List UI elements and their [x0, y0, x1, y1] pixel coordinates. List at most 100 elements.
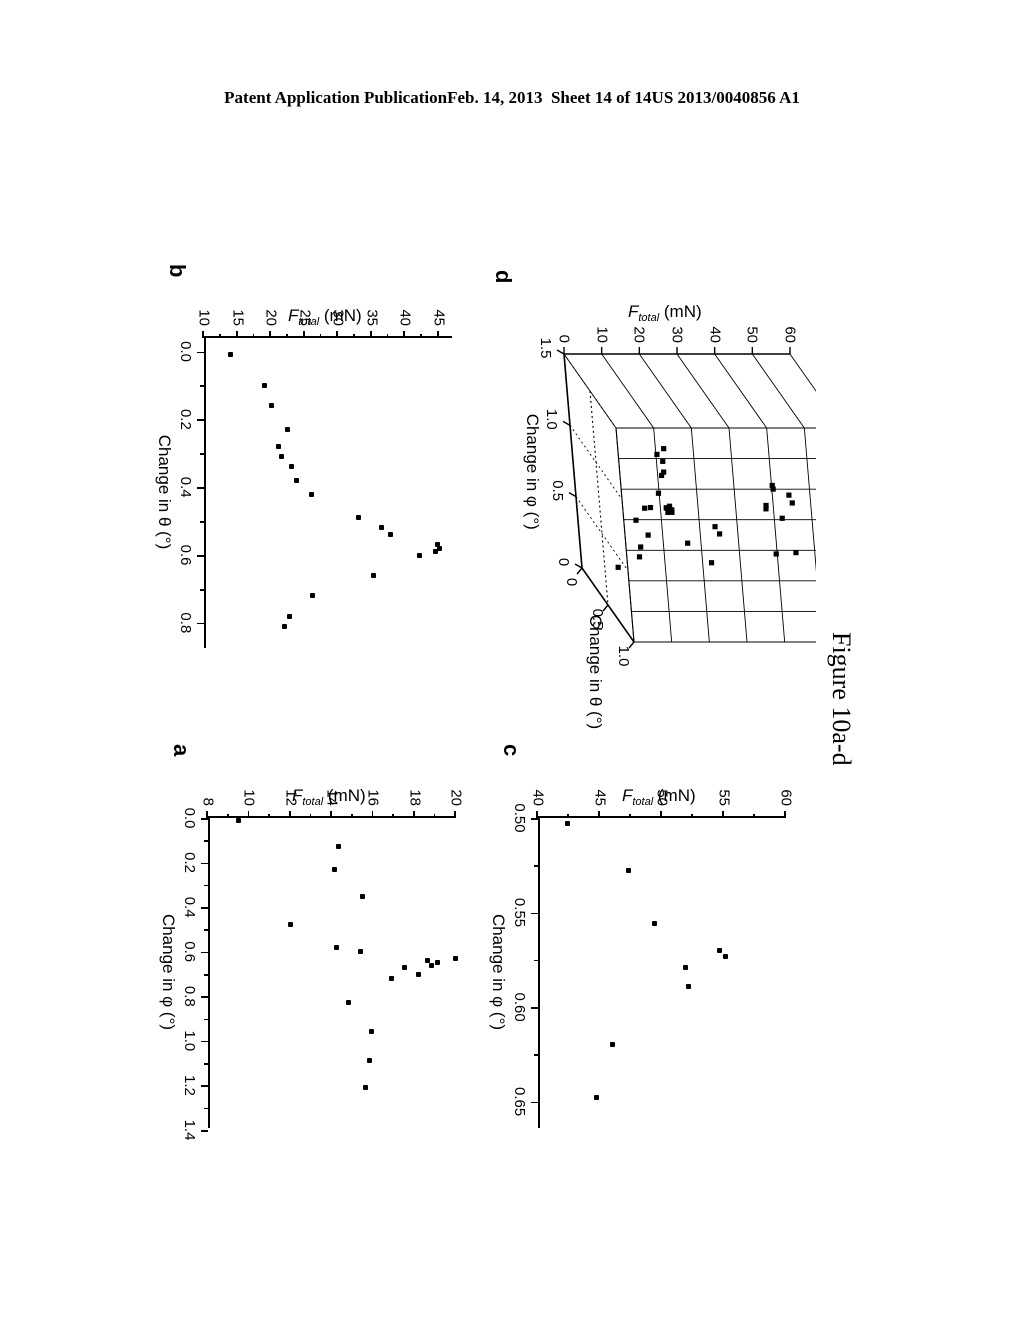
grid-side-horizontal	[601, 353, 655, 429]
grid-side-horizontal	[638, 353, 692, 429]
data-point-3d	[633, 517, 639, 523]
y-tick-a-3	[330, 811, 332, 818]
panel-c-plot-frame: 0.50 0.55 0.60 0.65 40 45 50 55 60	[511, 789, 795, 1128]
panel-d-phi-tick-label-3: 0	[555, 557, 572, 567]
y-minor-tick-b-2	[286, 334, 288, 338]
y-tick-label-b-0: 10	[195, 309, 213, 326]
panel-d-theta-tick-label-1: 0.5	[589, 608, 606, 630]
data-point-3d	[647, 504, 654, 511]
panel-d-z-unit: (mN)	[659, 301, 702, 321]
y-tick-b-1	[235, 331, 238, 338]
data-point	[261, 382, 267, 388]
x-minor-tick-a-0	[204, 840, 208, 842]
data-point	[275, 444, 281, 450]
data-point	[565, 821, 571, 827]
panel-d-letter: d	[491, 270, 516, 284]
panel-c-body: c 0.50 0.55 0.60 0.65 40 45 50 55 60 Change in φ…	[489, 742, 796, 1142]
data-point	[284, 427, 290, 433]
panel-c-letter: c	[499, 744, 524, 757]
x-tick-a-0	[201, 818, 208, 820]
header-sheet: Sheet 14 of 14	[550, 88, 652, 107]
x-tick-label-c-0: 0.50	[511, 803, 528, 833]
data-point-3d	[661, 469, 667, 475]
x-tick-label-b-0: 0.0	[177, 341, 194, 362]
x-minor-tick-b-1	[200, 453, 204, 455]
grid-back-horizontal	[803, 427, 816, 643]
panel-d-z-tick-label-6: 60	[781, 326, 799, 343]
data-point-3d	[716, 531, 723, 537]
panel-d-y-axis-label: Change in θ (°)	[585, 614, 605, 730]
data-point-3d	[763, 506, 769, 512]
grid-side-horizontal	[714, 353, 768, 429]
x-minor-tick-b-3	[200, 588, 204, 591]
x-tick-b-3	[197, 555, 204, 557]
panel-a-y-axis-label: Ftotal (mN)	[234, 786, 424, 808]
panel-d-z-tick-label-4: 40	[706, 326, 724, 343]
x-minor-tick-b-0	[200, 385, 204, 388]
y-minor-tick-a-2	[309, 814, 312, 818]
data-point	[281, 623, 287, 629]
data-point	[428, 962, 434, 968]
data-point	[685, 983, 691, 989]
y-tick-b-6	[403, 331, 406, 338]
figure-caption: Figure 10a-d	[827, 632, 856, 766]
data-point-3d	[660, 458, 666, 464]
x-tick-label-a-0: 0.0	[181, 807, 198, 829]
x-tick-label-b-4: 0.8	[177, 612, 194, 634]
data-point	[401, 964, 407, 970]
data-point	[389, 975, 395, 981]
panel-b-letter: b	[165, 264, 190, 278]
panel-b-body: b 0.0 0.2 0.4 0.6 0.8 10 15 20 25 30 35 40 45 Change…	[155, 262, 462, 662]
data-point	[268, 403, 274, 409]
x-minor-tick-a-4	[204, 1018, 208, 1021]
header-patent-number: US 2013/0040856 A1	[651, 88, 800, 107]
panel-d-z-tick-label-2: 20	[630, 326, 648, 343]
x-minor-tick-c-0	[534, 865, 538, 867]
y-tick-label-a-6: 20	[447, 789, 465, 806]
data-point-3d	[773, 551, 779, 557]
data-point	[294, 477, 299, 483]
grid-floor-theta	[589, 390, 609, 606]
data-point	[228, 352, 234, 358]
data-point	[346, 1000, 352, 1006]
panel-d-x-axis-label: Change in φ (°)	[522, 413, 542, 530]
x-tick-label-a-5: 1.0	[181, 1030, 198, 1052]
y-minor-tick-b-5	[386, 334, 389, 338]
data-point	[683, 964, 689, 970]
data-point	[371, 572, 377, 578]
panel-b-y-axis-label: Ftotal (mN)	[230, 306, 420, 328]
data-point	[360, 893, 366, 899]
data-point-3d	[654, 451, 660, 458]
x-minor-tick-a-5	[204, 1063, 208, 1065]
x-tick-label-a-2: 0.4	[181, 896, 198, 918]
panel-d-z-tick-label-1: 10	[593, 326, 611, 343]
y-tick-label-b-7: 45	[430, 309, 448, 326]
panel-b-y-subscript: total	[298, 316, 320, 329]
data-point-3d	[638, 544, 644, 550]
x-minor-tick-a-6	[204, 1107, 208, 1110]
panel-a-plot-area	[210, 817, 459, 1128]
data-point-3d	[636, 554, 643, 560]
grid-floor-phi	[575, 496, 629, 571]
panel-a-y-subscript: total	[302, 796, 324, 809]
data-point	[432, 549, 438, 555]
grid-back-horizontal	[728, 427, 748, 643]
x-tick-label-a-7: 1.4	[181, 1119, 198, 1141]
data-point	[437, 545, 443, 551]
y-tick-label-c-0: 40	[529, 789, 547, 806]
y-tick-label-c-4: 60	[777, 789, 795, 806]
panel-d-3d-axes	[516, 268, 816, 688]
panel-c-y-unit: (mN)	[653, 785, 696, 805]
x-tick-label-a-3: 0.6	[181, 941, 198, 963]
data-point	[355, 515, 361, 521]
x-minor-tick-a-3	[204, 974, 208, 976]
theta-tick	[576, 567, 583, 575]
x-tick-a-1	[201, 862, 208, 865]
panel-d-svg	[556, 347, 816, 649]
x-tick-label-c-3: 0.65	[511, 1087, 528, 1117]
y-minor-tick-a-0	[227, 814, 229, 818]
panel-b-y-symbol: F	[287, 305, 299, 325]
data-point	[331, 866, 337, 872]
panel-a-plot-frame: 0.0 0.2 0.4 0.6 0.8 1.0 1.2 1.4 8 10 12 14 16 18 20	[181, 789, 465, 1140]
data-point	[358, 949, 364, 955]
